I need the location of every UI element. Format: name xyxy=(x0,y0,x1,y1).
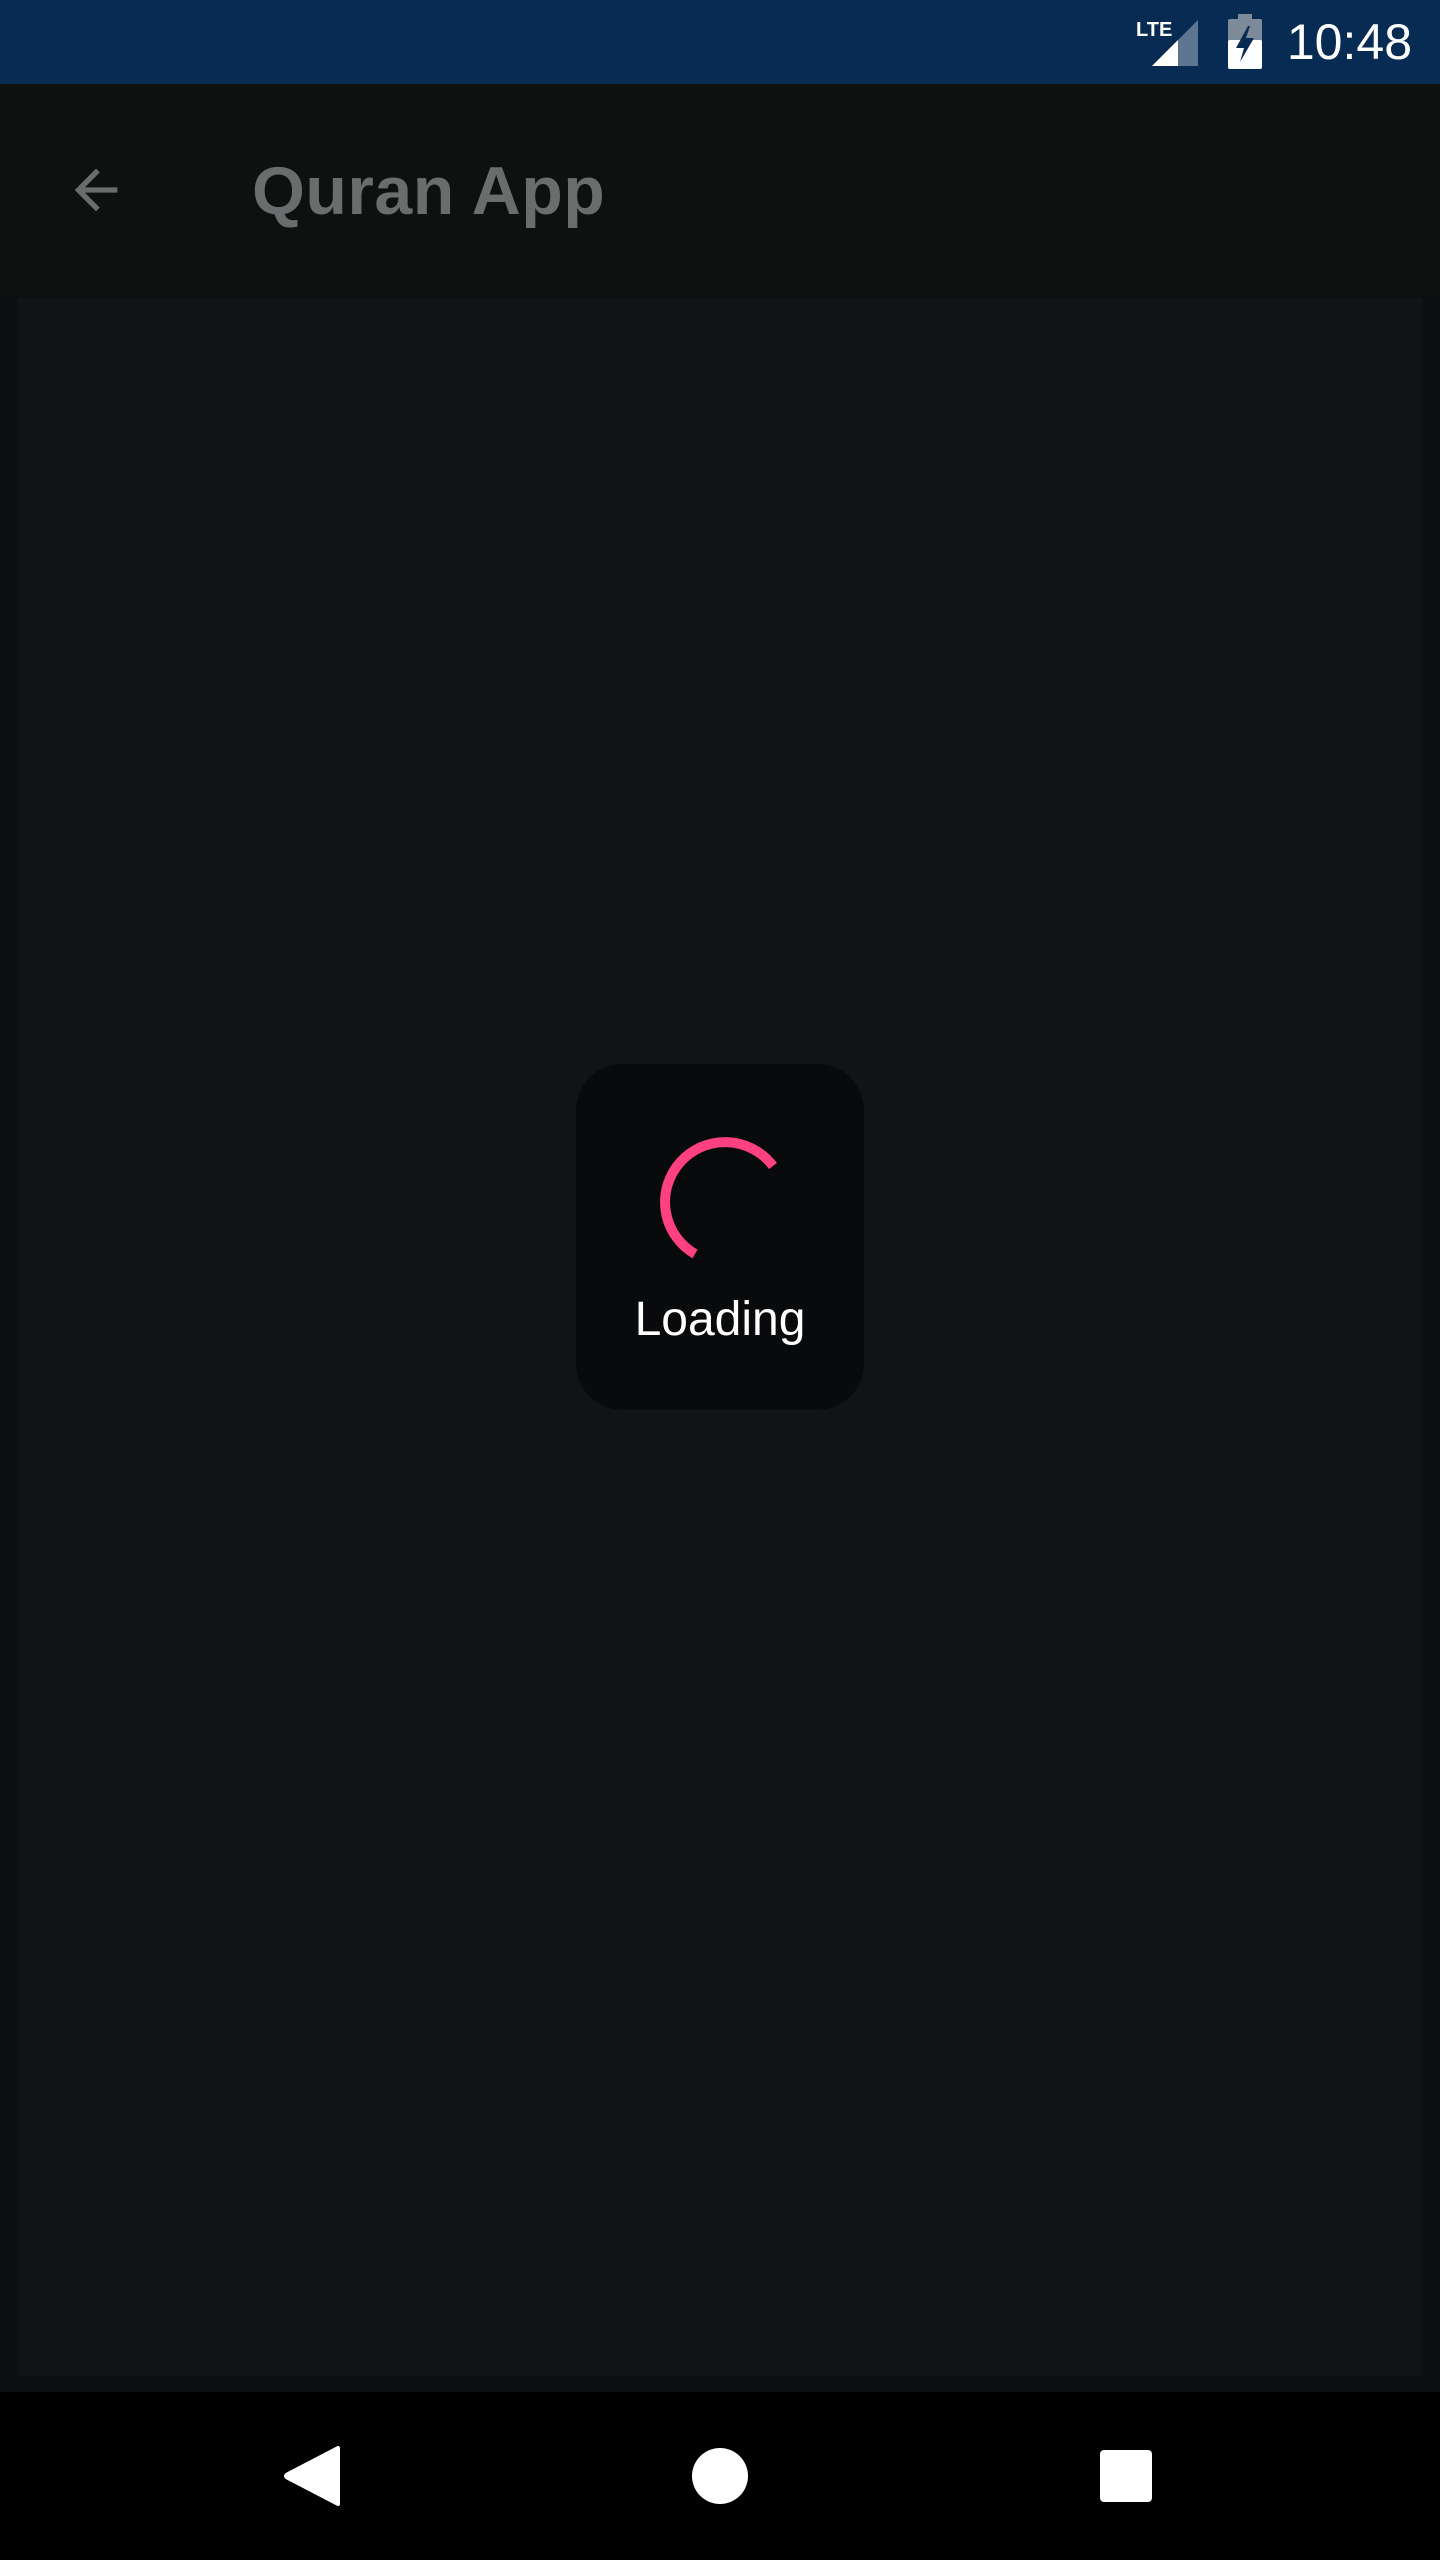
loading-label: Loading xyxy=(634,1293,806,1346)
nav-back-icon xyxy=(284,2446,340,2506)
loading-dialog: Loading xyxy=(576,1064,864,1410)
arrow-back-icon xyxy=(74,168,118,212)
navigation-bar xyxy=(0,2392,1440,2560)
nav-home-icon xyxy=(692,2448,748,2504)
status-clock: 10:48 xyxy=(1286,14,1412,70)
lte-signal-icon: LTE xyxy=(1136,19,1198,66)
battery-charging-icon xyxy=(1228,14,1262,69)
nav-recents-icon xyxy=(1100,2450,1152,2502)
status-bar: LTE 10:48 xyxy=(0,0,1440,84)
page-title: Quran App xyxy=(252,153,606,229)
nav-back-button[interactable] xyxy=(258,2420,370,2532)
network-label: LTE xyxy=(1136,19,1172,41)
progress-spinner-icon xyxy=(660,1137,777,1259)
nav-home-button[interactable] xyxy=(664,2420,776,2532)
screen: LTE 10:48 Quran App Loading xyxy=(0,0,1440,2560)
app-bar: Quran App xyxy=(0,84,1440,296)
nav-recents-button[interactable] xyxy=(1070,2420,1182,2532)
back-button[interactable] xyxy=(48,142,144,238)
